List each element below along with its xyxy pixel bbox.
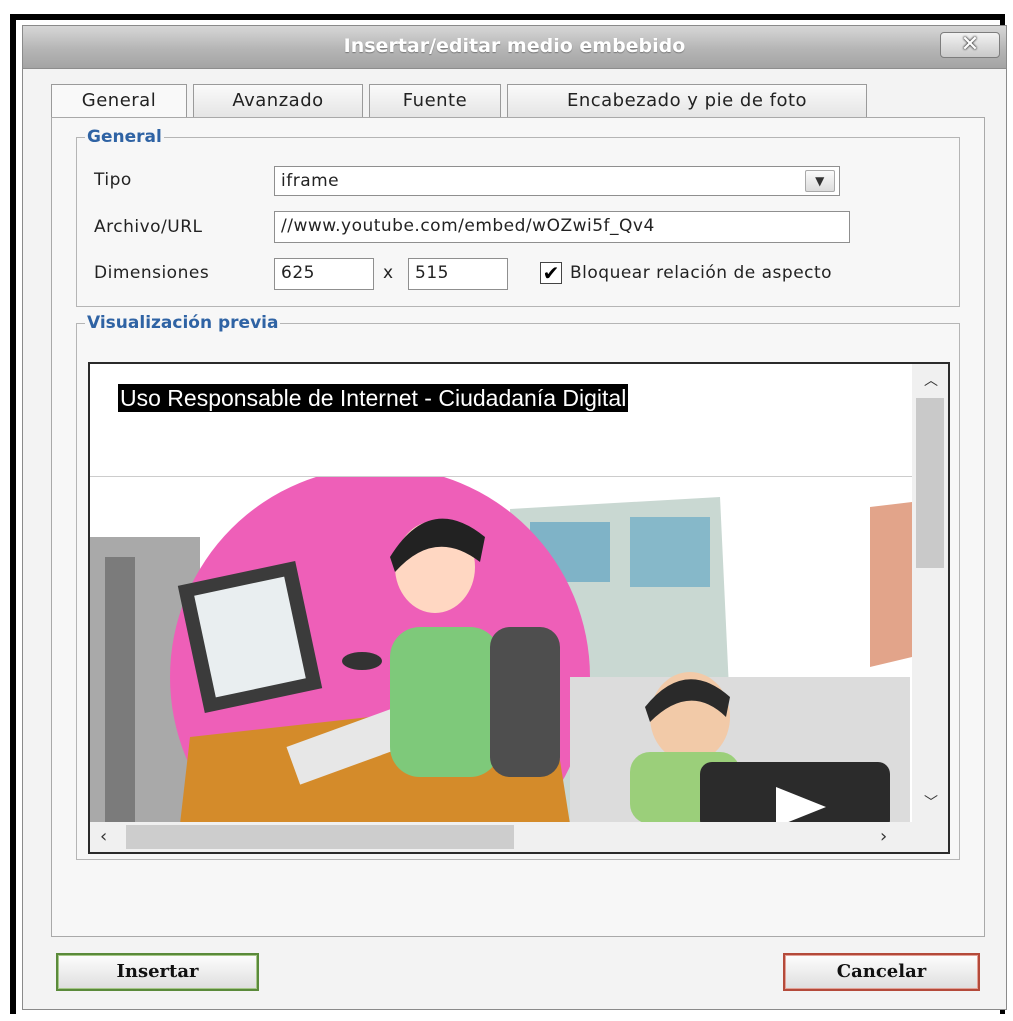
url-label: Archivo/URL bbox=[94, 217, 203, 237]
times-label: x bbox=[383, 263, 394, 283]
lock-aspect-checkbox[interactable]: ✔ bbox=[540, 262, 562, 284]
tab-general[interactable]: General bbox=[51, 84, 187, 120]
check-icon: ✔ bbox=[542, 261, 560, 285]
girl-shirt bbox=[390, 627, 500, 777]
lock-aspect-label: Bloquear relación de aspecto bbox=[570, 263, 833, 283]
tab-panel-general: General Tipo iframe ▼ Archivo/URL //www.… bbox=[51, 117, 985, 937]
mouse bbox=[342, 652, 382, 670]
height-input[interactable]: 515 bbox=[408, 258, 508, 290]
scroll-right-icon[interactable]: › bbox=[880, 828, 887, 846]
scroll-left-icon[interactable]: ‹ bbox=[100, 828, 107, 846]
url-input[interactable]: //www.youtube.com/embed/wOZwi5f_Qv4 bbox=[274, 211, 850, 243]
cancel-button[interactable]: Cancelar bbox=[783, 953, 980, 991]
embed-media-dialog: Insertar/editar medio embebido ✕ General… bbox=[22, 25, 1007, 1010]
left-pillar bbox=[105, 557, 135, 824]
horizontal-scroll-thumb[interactable] bbox=[126, 825, 514, 849]
scroll-up-icon[interactable]: ︿ bbox=[924, 374, 938, 388]
horizontal-scrollbar[interactable]: ‹ › bbox=[90, 822, 948, 852]
general-legend: General bbox=[87, 127, 162, 147]
tab-avanzado[interactable]: Avanzado bbox=[193, 84, 363, 118]
tipo-select[interactable]: iframe ▼ bbox=[274, 166, 840, 196]
video-thumbnail[interactable] bbox=[90, 477, 912, 824]
width-input[interactable]: 625 bbox=[274, 258, 374, 290]
dimensions-label: Dimensiones bbox=[94, 263, 210, 283]
chair bbox=[490, 627, 560, 777]
title-bar[interactable]: Insertar/editar medio embebido ✕ bbox=[23, 26, 1006, 69]
close-icon: ✕ bbox=[960, 32, 980, 57]
insert-button[interactable]: Insertar bbox=[56, 953, 259, 991]
tab-encabezado[interactable]: Encabezado y pie de foto bbox=[507, 84, 867, 118]
tab-fuente[interactable]: Fuente bbox=[369, 84, 501, 118]
preview-legend: Visualización previa bbox=[87, 313, 279, 333]
tipo-label: Tipo bbox=[94, 170, 132, 190]
tipo-select-value: iframe bbox=[281, 171, 340, 191]
background-window bbox=[630, 517, 710, 587]
video-title: Uso Responsable de Internet - Ciudadanía… bbox=[118, 384, 629, 412]
preview-frame[interactable]: Uso Responsable de Internet - Ciudadanía… bbox=[88, 362, 950, 854]
side-figure bbox=[870, 502, 912, 667]
vertical-scrollbar[interactable]: ︿ ﹀ bbox=[912, 364, 948, 824]
scroll-down-icon[interactable]: ﹀ bbox=[924, 796, 938, 810]
dialog-title: Insertar/editar medio embebido bbox=[343, 35, 686, 57]
chevron-down-icon[interactable]: ▼ bbox=[805, 170, 835, 192]
vertical-scroll-thumb[interactable] bbox=[916, 398, 944, 568]
close-button[interactable]: ✕ bbox=[940, 32, 1000, 58]
